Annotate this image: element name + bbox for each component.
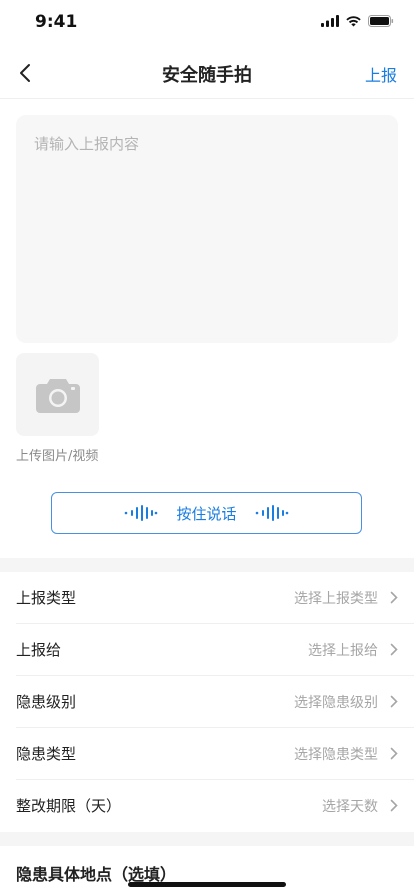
sound-wave-right-icon <box>255 505 288 521</box>
upload-media-button[interactable] <box>16 353 99 436</box>
signal-icon <box>321 15 339 27</box>
form-row-value: 选择上报类型 <box>294 591 378 607</box>
status-bar: 9:41 <box>0 0 414 48</box>
submit-report-button[interactable]: 上报 <box>365 62 397 86</box>
form-row-deadline[interactable]: 整改期限（天） 选择天数 <box>16 780 414 831</box>
report-content-placeholder: 请输入上报内容 <box>34 135 140 153</box>
form-row-value: 选择隐患级别 <box>294 695 378 711</box>
section-divider <box>0 558 414 572</box>
status-icons <box>321 15 394 27</box>
form-row-hazard-level[interactable]: 隐患级别 选择隐患级别 <box>16 676 414 728</box>
chevron-right-icon <box>390 643 398 656</box>
report-form-list: 上报类型 选择上报类型 上报给 选择上报给 隐患级别 选择隐患级别 隐患类型 选… <box>0 572 414 831</box>
chevron-right-icon <box>390 695 398 708</box>
form-row-label: 整改期限（天） <box>16 797 122 815</box>
page-title: 安全随手拍 <box>162 65 252 86</box>
form-row-label: 隐患类型 <box>16 745 77 763</box>
form-row-value: 选择上报给 <box>308 643 378 659</box>
form-row-report-to[interactable]: 上报给 选择上报给 <box>16 624 414 676</box>
hold-to-talk-button[interactable]: 按住说话 <box>51 492 362 534</box>
form-row-label: 上报类型 <box>16 589 77 607</box>
hold-to-talk-label: 按住说话 <box>176 504 237 523</box>
home-indicator <box>128 882 286 887</box>
chevron-right-icon <box>390 747 398 760</box>
form-row-report-type[interactable]: 上报类型 选择上报类型 <box>16 572 414 624</box>
chevron-right-icon <box>390 799 398 812</box>
status-time: 9:41 <box>35 12 78 32</box>
form-row-value: 选择隐患类型 <box>294 747 378 763</box>
battery-icon <box>368 15 394 27</box>
form-row-hazard-type[interactable]: 隐患类型 选择隐患类型 <box>16 728 414 780</box>
upload-media-label: 上传图片/视频 <box>16 449 99 464</box>
form-row-label: 上报给 <box>16 641 62 659</box>
section-divider <box>0 832 414 846</box>
camera-icon <box>35 378 80 413</box>
nav-bar: 安全随手拍 上报 <box>0 48 414 99</box>
report-content-input[interactable]: 请输入上报内容 <box>16 115 398 343</box>
wifi-icon <box>346 16 361 27</box>
chevron-right-icon <box>390 591 398 604</box>
form-row-value: 选择天数 <box>322 799 378 815</box>
sound-wave-left-icon <box>125 505 158 521</box>
form-row-label: 隐患级别 <box>16 693 77 711</box>
